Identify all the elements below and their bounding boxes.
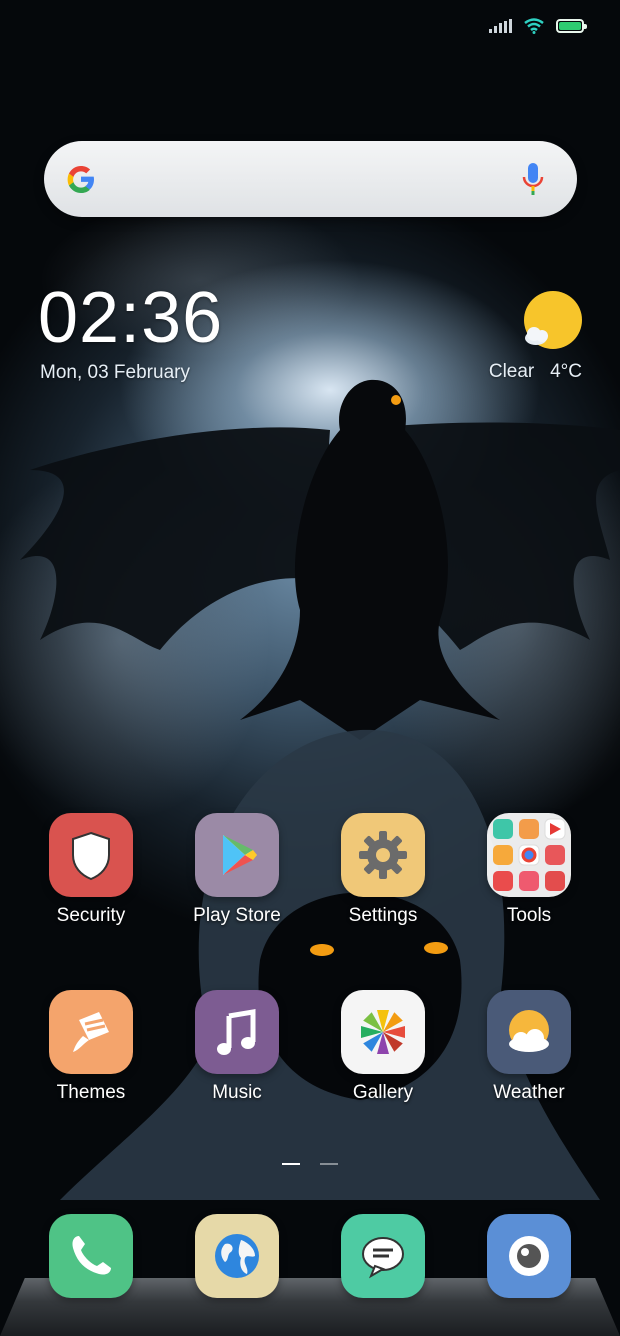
app-weather[interactable]: Weather [469, 990, 589, 1104]
dock-browser[interactable] [177, 1214, 297, 1298]
camera-icon [487, 1214, 571, 1298]
play-store-icon [195, 813, 279, 897]
gear-icon [341, 813, 425, 897]
google-g-icon [67, 166, 94, 193]
page-dot-active[interactable] [282, 1163, 300, 1165]
battery-icon [556, 19, 587, 33]
page-indicator[interactable] [282, 1163, 338, 1165]
sun-cloud-icon[interactable] [520, 290, 582, 352]
dock-camera[interactable] [469, 1214, 589, 1298]
clock-date[interactable]: Mon, 03 February [40, 362, 190, 384]
app-label: Music [212, 1082, 262, 1103]
brush-icon [49, 990, 133, 1074]
folder-icon [487, 813, 571, 897]
weather-temperature: 4°C [550, 361, 582, 382]
weather-summary[interactable]: Clear 4°C [489, 361, 582, 383]
chat-bubble-icon [341, 1214, 425, 1298]
dock-messages[interactable] [323, 1214, 443, 1298]
pinwheel-icon [341, 990, 425, 1074]
app-gallery[interactable]: Gallery [323, 990, 443, 1104]
clock-time[interactable]: 02:36 [38, 282, 223, 354]
app-themes[interactable]: Themes [31, 990, 151, 1104]
page-dot[interactable] [320, 1163, 338, 1165]
app-label: Play Store [193, 905, 281, 926]
google-search-bar[interactable] [44, 141, 577, 217]
phone-icon [49, 1214, 133, 1298]
signal-icon [489, 19, 512, 33]
status-bar [489, 18, 587, 34]
app-settings[interactable]: Settings [323, 813, 443, 927]
app-label: Settings [348, 905, 418, 926]
globe-icon [195, 1214, 279, 1298]
app-label: Tools [506, 905, 552, 926]
sun-cloud-icon [487, 990, 571, 1074]
dock-phone[interactable] [31, 1214, 151, 1298]
folder-tools[interactable]: Tools [469, 813, 589, 927]
wifi-icon [524, 18, 544, 34]
app-label: Weather [493, 1082, 565, 1103]
music-note-icon [195, 990, 279, 1074]
shield-icon [49, 813, 133, 897]
weather-condition: Clear [488, 361, 535, 382]
app-play-store[interactable]: Play Store [177, 813, 297, 927]
app-label: Gallery [352, 1082, 414, 1103]
app-label: Themes [56, 1082, 126, 1103]
microphone-icon[interactable] [521, 162, 545, 196]
app-label: Security [56, 905, 126, 926]
app-music[interactable]: Music [177, 990, 297, 1104]
app-security[interactable]: Security [31, 813, 151, 927]
